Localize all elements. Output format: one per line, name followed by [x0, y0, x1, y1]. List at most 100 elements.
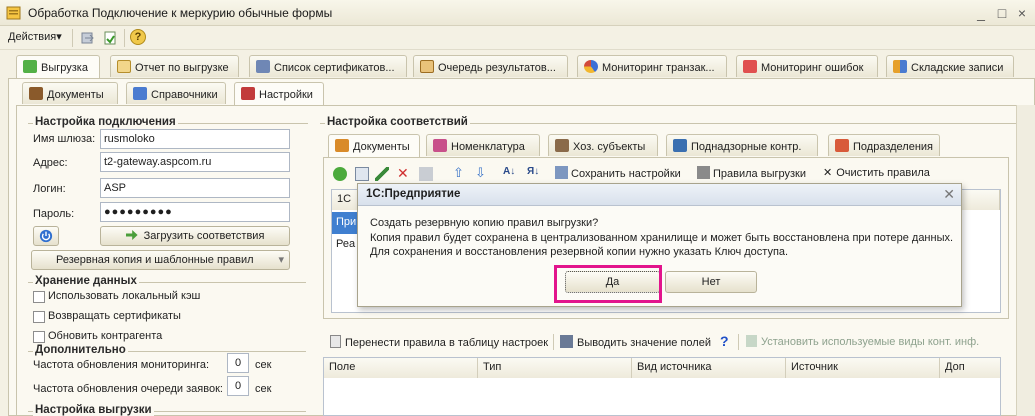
save-icon[interactable]	[419, 167, 433, 181]
mapping-tab-supervised[interactable]: Поднадзорные контр.	[666, 134, 818, 156]
address-input[interactable]: t2-gateway.aspcom.ru	[100, 152, 290, 172]
upload-icon	[23, 60, 37, 73]
column-type[interactable]: Тип	[478, 358, 632, 378]
tab-label: Документы	[353, 141, 410, 153]
tab-label: Список сертификатов...	[274, 62, 395, 74]
grid-row-selected[interactable]: При	[332, 212, 360, 234]
backup-templates-label: Резервная копия и шаблонные правил	[56, 254, 254, 266]
connection-group-title: Настройка подключения	[33, 116, 178, 128]
help-icon[interactable]: ?	[130, 29, 146, 45]
upload-rules-button[interactable]: Правила выгрузки	[697, 166, 806, 180]
toolbar-divider	[553, 334, 554, 350]
toolbar-divider	[124, 29, 125, 47]
clear-rules-button[interactable]: ✕ Очистить правила	[823, 166, 930, 179]
grid-header-cell: 1С	[337, 193, 352, 205]
monitoring-frequency-input[interactable]: 0	[227, 353, 249, 373]
show-values-button[interactable]: Выводить значение полей	[560, 335, 711, 349]
mapping-tab-documents[interactable]: Документы	[328, 134, 420, 158]
column-label: Тип	[483, 361, 502, 373]
export-icon[interactable]	[102, 30, 118, 46]
transfer-icon[interactable]	[80, 30, 96, 46]
question-icon[interactable]: ?	[720, 333, 729, 349]
tab-error-monitoring[interactable]: Мониторинг ошибок	[736, 55, 878, 77]
load-mappings-button[interactable]: Загрузить соответствия	[100, 226, 290, 246]
minimize-button[interactable]: _	[972, 4, 990, 22]
divisions-icon	[835, 139, 849, 152]
local-cache-checkbox[interactable]	[33, 291, 45, 303]
return-certificates-checkbox[interactable]	[33, 311, 45, 323]
contact-types-icon	[746, 335, 757, 347]
close-window-button[interactable]: ×	[1013, 4, 1031, 22]
column-label: Вид источника	[637, 361, 712, 373]
sort-asc-icon[interactable]: A↓	[503, 166, 515, 177]
tab-upload-report[interactable]: Отчет по выгрузке	[110, 55, 239, 77]
tab-transaction-monitoring[interactable]: Мониторинг транзак...	[577, 55, 727, 77]
tab-label: Справочники	[151, 89, 218, 101]
mapping-tab-nomenclature[interactable]: Номенклатура	[426, 134, 540, 156]
dialog-title-bar: 1С:Предприятие ✕	[358, 184, 961, 206]
no-button[interactable]: Нет	[665, 271, 757, 293]
connect-button[interactable]	[33, 226, 59, 246]
tab-certificates[interactable]: Список сертификатов...	[249, 55, 407, 77]
tab-label: Номенклатура	[451, 141, 525, 153]
column-extra[interactable]: Доп	[940, 358, 1000, 378]
tab-warehouse[interactable]: Складские записи	[886, 55, 1014, 77]
edit-icon[interactable]	[375, 167, 389, 181]
nomenclature-icon	[433, 139, 447, 152]
tab-upload[interactable]: Выгрузка	[16, 55, 100, 79]
column-label: Источник	[791, 361, 838, 373]
subtab-reference[interactable]: Справочники	[126, 82, 226, 104]
add-icon[interactable]	[333, 167, 347, 181]
certificate-list-icon	[256, 60, 270, 73]
update-counterparty-label: Обновить контрагента	[48, 330, 163, 342]
mapping-toolbar: ✕ ⇧ ⇩ A↓ Я↓ Сохранить настройки Правила …	[333, 165, 1013, 184]
vertical-scrollbar[interactable]	[1016, 105, 1035, 416]
move-down-icon[interactable]: ⇩	[475, 165, 486, 181]
dialog-title: 1С:Предприятие	[366, 188, 461, 200]
dialog-message-line: Копия правил будет сохранена в централиз…	[370, 232, 954, 244]
rules-icon	[697, 166, 710, 179]
error-monitor-icon	[743, 60, 757, 73]
subtab-documents[interactable]: Документы	[22, 82, 118, 104]
maximize-button[interactable]: □	[993, 4, 1011, 22]
grid-row[interactable]: Реа	[332, 234, 360, 256]
password-input[interactable]: ●●●●●●●●●	[100, 202, 290, 222]
dialog-close-icon[interactable]: ✕	[943, 186, 955, 203]
warehouse-icon	[893, 60, 907, 73]
move-rules-button[interactable]: Перенести правила в таблицу настроек	[330, 335, 548, 349]
sort-desc-icon[interactable]: Я↓	[527, 166, 539, 177]
column-source[interactable]: Источник	[786, 358, 940, 378]
grid-cell: Реа	[336, 238, 356, 250]
tab-label: Выгрузка	[41, 62, 88, 74]
move-up-icon[interactable]: ⇧	[453, 165, 464, 181]
mapping-tab-divisions[interactable]: Подразделения	[828, 134, 940, 156]
tab-label: Мониторинг транзак...	[602, 62, 715, 74]
subtab-settings[interactable]: Настройки	[234, 82, 324, 106]
login-label: Логин:	[33, 183, 66, 195]
actions-menu[interactable]: Действия▾	[8, 30, 62, 43]
column-field[interactable]: Поле	[324, 358, 478, 378]
tab-label: Хоз. субъекты	[573, 141, 646, 153]
backup-templates-button[interactable]: Резервная копия и шаблонные правил ▾	[31, 250, 290, 270]
save-settings-button[interactable]: Сохранить настройки	[555, 166, 681, 180]
update-counterparty-checkbox[interactable]	[33, 331, 45, 343]
column-source-kind[interactable]: Вид источника	[632, 358, 786, 378]
tab-results-queue[interactable]: Очередь результатов...	[413, 55, 568, 77]
chevron-down-icon: ▾	[278, 254, 284, 266]
login-input[interactable]: ASP	[100, 178, 290, 198]
tab-label: Поднадзорные контр.	[691, 141, 802, 153]
move-rules-label: Перенести правила в таблицу настроек	[345, 337, 549, 349]
mapping-tab-subjects[interactable]: Хоз. субъекты	[548, 134, 658, 156]
queue-frequency-input[interactable]: 0	[227, 376, 249, 396]
delete-icon[interactable]: ✕	[397, 165, 409, 182]
load-mappings-label: Загрузить соответствия	[143, 230, 265, 242]
upload-settings-group-title: Настройка выгрузки	[33, 404, 154, 416]
show-values-label: Выводить значение полей	[577, 337, 711, 349]
additional-group-title: Дополнительно	[33, 344, 128, 356]
save-settings-label: Сохранить настройки	[571, 168, 681, 180]
set-contact-types-button[interactable]: Установить используемые виды конт. инф.	[746, 335, 979, 348]
gateway-input[interactable]: rusmoloko	[100, 129, 290, 149]
document-arrow-icon	[330, 335, 341, 348]
actions-label: Действия	[8, 31, 57, 43]
copy-icon[interactable]	[355, 167, 369, 181]
